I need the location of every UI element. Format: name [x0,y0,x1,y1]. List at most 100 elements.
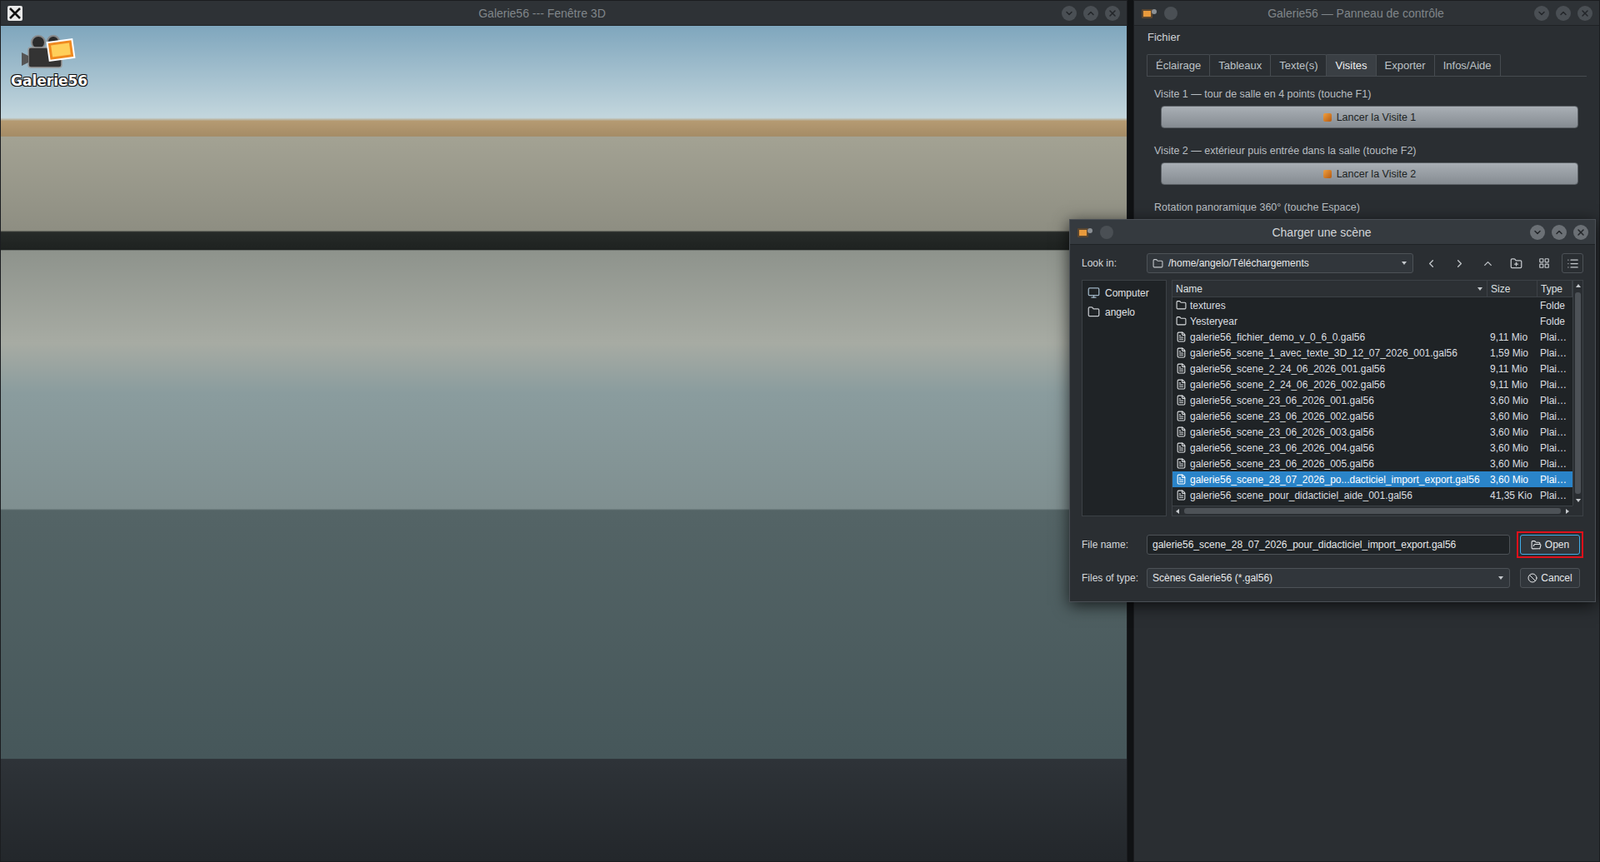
cancel-button[interactable]: Cancel [1520,568,1580,589]
parent-button[interactable] [1476,253,1499,274]
galerie-app-icon [1076,225,1094,240]
back-icon [1425,257,1438,270]
forward-button[interactable] [1448,253,1470,274]
file-row[interactable]: texturesFolde [1172,297,1573,314]
nav-buttons [1420,253,1584,274]
sort-icon [1476,285,1484,293]
file-row[interactable]: galerie56_fichier_demo_v_0_6_0.gal569,11… [1172,329,1573,345]
file-row[interactable]: galerie56_scene_1_avec_texte_3D_12_07_20… [1172,345,1573,361]
size-cell: 3,60 Mio [1487,408,1538,425]
file-row[interactable]: galerie56_scene_2_24_06_2026_001.gal569,… [1172,360,1573,377]
size-cell: 3,60 Mio [1487,471,1538,488]
folder-icon [1087,305,1100,319]
open-button[interactable]: Open [1520,535,1580,555]
file-icon [1175,490,1187,501]
window-controls [1530,225,1589,240]
launch-button[interactable]: Lancer la Visite 2 [1160,162,1579,185]
name-cell: galerie56_scene_23_06_2026_001.gal56 [1172,392,1488,409]
maximize-button[interactable] [1551,225,1567,240]
tab[interactable]: Exporter [1375,54,1435,76]
load-scene-dialog: Charger une scèneLook in:/home/angelo/Té… [1069,219,1596,603]
size-cell [1487,313,1538,330]
icon-view-button[interactable] [1533,253,1555,274]
scroll-down-icon [1575,497,1582,505]
file-icon [1175,474,1187,485]
close-icon [1575,227,1586,238]
file-row[interactable]: galerie56_scene_23_06_2026_005.gal563,60… [1172,455,1573,472]
name-cell: galerie56_scene_2_24_06_2026_001.gal56 [1172,360,1488,377]
file-row[interactable]: galerie56_scene_pour_didacticiel_aide_00… [1172,487,1573,504]
file-icon [1175,331,1187,343]
menu-item[interactable]: Fichier [1145,29,1182,45]
file-row[interactable]: galerie56_scene_23_06_2026_002.gal563,60… [1172,408,1573,425]
desktop: Galerie56 --- Fenêtre 3DGalerie56Galerie… [0,0,1600,862]
column-header[interactable]: Type [1537,280,1573,297]
file-row[interactable]: YesteryearFolde [1172,313,1573,330]
file-row[interactable]: galerie56_scene_23_06_2026_001.gal563,60… [1172,392,1573,409]
look-in-combo[interactable]: /home/angelo/Téléchargements [1146,253,1414,274]
minimize-button[interactable] [1061,5,1077,21]
type-cell: Plai… [1537,392,1573,409]
file-row[interactable]: galerie56_scene_23_06_2026_003.gal563,60… [1172,424,1573,440]
tab[interactable]: Texte(s) [1270,54,1327,76]
new-folder-button[interactable] [1505,253,1527,274]
tab[interactable]: Éclairage [1146,54,1210,76]
name-cell: textures [1172,297,1488,314]
chevron-up-icon [1085,8,1096,19]
name-cell: galerie56_scene_23_06_2026_002.gal56 [1172,408,1488,425]
chevron-down-icon [1064,8,1075,19]
name-cell: galerie56_scene_23_06_2026_005.gal56 [1172,455,1488,472]
tab[interactable]: Visites [1325,54,1376,76]
menu-bar: Fichier [1134,25,1600,48]
scene-view[interactable]: Galerie56 [0,25,1127,862]
tab[interactable]: Infos/Aide [1434,54,1501,76]
name-cell: galerie56_scene_1_avec_texte_3D_12_07_20… [1172,345,1488,361]
size-cell [1487,297,1538,314]
file-icon [1175,410,1187,422]
look-in-label: Look in: [1081,257,1140,270]
dropdown-icon [1497,575,1505,582]
detail-view-button[interactable] [1561,253,1584,274]
type-cell: Plai… [1537,345,1573,361]
close-button[interactable] [1105,5,1120,21]
launch-button[interactable]: Lancer la Visite 1 [1160,105,1579,129]
pin-button[interactable] [1100,225,1114,240]
file-row[interactable]: galerie56_scene_2_24_06_2026_002.gal569,… [1172,376,1573,393]
minimize-button[interactable] [1534,5,1550,21]
scroll-thumb[interactable] [1184,508,1561,515]
tab[interactable]: Tableaux [1209,54,1271,76]
minimize-button[interactable] [1530,225,1545,240]
chevron-down-icon [1532,227,1543,238]
camera-logo-icon [20,34,79,71]
back-button[interactable] [1420,253,1442,274]
look-in-row: Look in: /home/angelo/Téléchargements [1081,253,1584,274]
folder-open-icon [1530,540,1542,551]
maximize-button[interactable] [1083,5,1099,21]
pin-button[interactable] [1164,6,1178,20]
place-item[interactable]: Computer [1084,284,1165,302]
file-row[interactable]: galerie56_scene_23_06_2026_004.gal563,60… [1172,440,1573,456]
maximize-button[interactable] [1555,5,1571,21]
scroll-thumb[interactable] [1575,292,1581,495]
size-cell: 41,35 Kio [1487,487,1538,504]
place-item[interactable]: angelo [1084,303,1165,321]
column-header[interactable]: Size [1487,280,1538,297]
file-type-combo[interactable]: Scènes Galerie56 (*.gal56) [1146,568,1510,589]
name-cell: Yesteryear [1172,313,1488,330]
new-folder-icon [1510,257,1523,270]
computer-icon [1087,286,1100,300]
dialog-field-row: Files of type: Scènes Galerie56 (*.gal56)… [1081,565,1584,592]
close-icon [1107,8,1118,19]
file-row[interactable]: galerie56_scene_28_07_2026_po...dacticie… [1172,471,1573,488]
parent-icon [1481,257,1495,270]
vertical-scrollbar[interactable] [1572,280,1583,506]
window-controls [1534,5,1593,21]
window-title: Galerie56 — Panneau de contrôle [1184,6,1528,20]
column-header[interactable]: Name [1172,280,1488,297]
close-button[interactable] [1573,225,1589,240]
horizontal-scrollbar[interactable] [1172,505,1573,516]
file-name-field[interactable]: galerie56_scene_28_07_2026_pour_didactic… [1146,535,1510,555]
field-label: Files of type: [1081,572,1140,585]
size-cell: 3,60 Mio [1487,424,1538,440]
close-button[interactable] [1577,5,1593,21]
